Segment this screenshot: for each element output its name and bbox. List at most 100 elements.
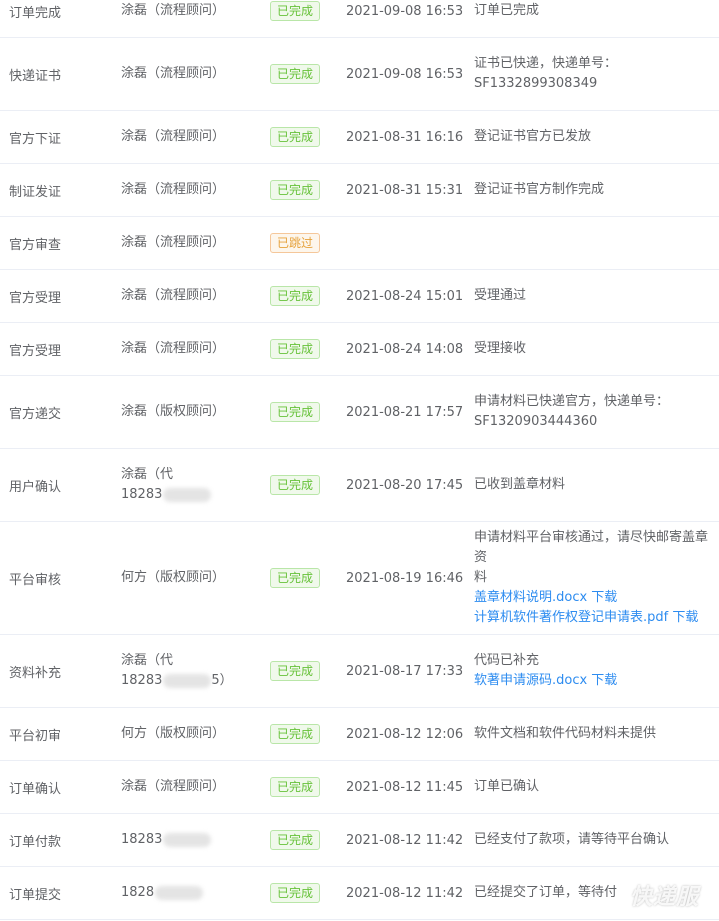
remark: 已收到盖章材料 [474, 475, 565, 495]
status-badge: 已完成 [270, 475, 321, 495]
table-row: 平台初审 何方（版权顾问） 已完成 2021-08-12 12:06 软件文档和软件代码… [0, 708, 719, 761]
redacted-phone [163, 487, 212, 502]
table-row: 订单确认 涂磊（流程顾问） 已完成 2021-08-12 11:45 订单已确认 [0, 761, 719, 814]
status-badge: 已完成 [270, 568, 321, 588]
remark-line: 订单已完成 [474, 3, 540, 18]
table-row: 官方下证 涂磊（流程顾问） 已完成 2021-08-31 16:16 登记证书官方已发放 [0, 111, 719, 164]
operator: 涂磊（流程顾问） [121, 129, 226, 144]
stage-name: 官方下证 [9, 131, 62, 147]
timestamp: 2021-08-21 17:57 [346, 404, 464, 420]
operator: 涂磊（代 18283 5） [121, 653, 233, 688]
remark: 申请材料已快递官方，快递单号： SF1320903444360 [474, 392, 669, 432]
stage-name: 制证发证 [9, 184, 62, 200]
remark: 订单已确认 [474, 777, 539, 797]
table-row: 用户确认 涂磊（代 18283 已完成 2021-08-20 17:45 已收到盖章材料 [0, 449, 719, 522]
remark-line: 申请材料平台审核通过，请尽快邮寄盖章资 [474, 530, 709, 565]
remark-line: 登记证书官方制作完成 [474, 182, 605, 197]
remark-line: 订单已确认 [474, 779, 540, 794]
download-link[interactable]: 软著申请源码.docx 下载 [474, 671, 617, 691]
remark-line: 已经支付了款项，请等待平台确认 [474, 832, 670, 847]
status-badge: 已完成 [270, 286, 321, 306]
stage-name: 订单确认 [9, 781, 62, 797]
remark-line: 软件文档和软件代码材料未提供 [474, 726, 657, 741]
table-row: 平台审核 何方（版权顾问） 已完成 2021-08-19 16:46 申请材料平台审核通… [0, 522, 719, 635]
watermark: 快递服 [629, 885, 699, 910]
status-badge: 已完成 [270, 724, 321, 744]
remark: 登记证书官方已发放 [474, 127, 591, 147]
remark: 受理接收 [474, 339, 526, 359]
operator: 涂磊（版权顾问） [121, 404, 226, 419]
remark: 受理通过 [474, 286, 526, 306]
remark: 证书已快递，快递单号： SF1332899308349 [474, 54, 617, 94]
remark-line: 登记证书官方已发放 [474, 129, 592, 144]
table-row: 订单提交 1828 已完成 2021-08-12 11:42 已经提交了订单，等待付 [0, 867, 719, 920]
status-badge: 已完成 [270, 64, 321, 84]
remark-line: 已经提交了订单，等待付 [474, 885, 618, 900]
stage-name: 官方受理 [9, 343, 62, 359]
status-badge: 已完成 [270, 127, 321, 147]
table-row: 资料补充 涂磊（代 18283 5） 已完成 2021-08-17 17:33 代码已补充软… [0, 635, 719, 708]
remark-line: 料 [474, 570, 488, 585]
operator: 涂磊（流程顾问） [121, 341, 226, 356]
stage-name: 资料补充 [9, 665, 62, 681]
operator: 涂磊（流程顾问） [121, 3, 226, 18]
table-row: 订单付款 18283 已完成 2021-08-12 11:42 已经支付了款项，请等待平… [0, 814, 719, 867]
status-badge: 已完成 [270, 777, 321, 797]
timestamp: 2021-08-19 16:46 [346, 570, 464, 586]
timestamp: 2021-08-31 16:16 [346, 129, 464, 145]
table-row: 官方审查 涂磊（流程顾问） 已跳过 [0, 217, 719, 270]
stage-name: 官方受理 [9, 290, 62, 306]
operator: 18283 [121, 830, 212, 850]
remark-line: 证书已快递，快递单号： [474, 56, 618, 71]
timestamp: 2021-08-20 17:45 [346, 477, 464, 493]
remark-line: SF1332899308349 [474, 76, 598, 91]
remark-line: 受理接收 [474, 341, 527, 356]
status-badge: 已完成 [270, 883, 321, 903]
stage-name: 订单付款 [9, 834, 62, 850]
stage-name: 官方审查 [9, 237, 62, 253]
stage-name: 订单完成 [9, 5, 62, 21]
operator: 何方（版权顾问） [121, 570, 226, 585]
status-badge: 已跳过 [270, 233, 321, 253]
remark-line: 申请材料已快递官方，快递单号： [474, 394, 670, 409]
stage-name: 官方递交 [9, 406, 62, 422]
download-link[interactable]: 盖章材料说明.docx 下载 [474, 588, 714, 608]
operator: 涂磊（代 18283 [121, 465, 212, 505]
redacted-phone [163, 673, 212, 688]
operator: 涂磊（流程顾问） [121, 779, 226, 794]
stage-name: 用户确认 [9, 479, 62, 495]
table-row: 制证发证 涂磊（流程顾问） 已完成 2021-08-31 15:31 登记证书官方制作完… [0, 164, 719, 217]
remark: 申请材料平台审核通过，请尽快邮寄盖章资料盖章材料说明.docx 下载 计算机软件著… [474, 528, 714, 628]
operator: 涂磊（流程顾问） [121, 288, 226, 303]
operator: 涂磊（流程顾问） [121, 235, 226, 250]
stage-name: 订单提交 [9, 887, 62, 903]
status-badge: 已完成 [270, 1, 321, 21]
table-row: 快递证书 涂磊（流程顾问） 已完成 2021-09-08 16:53 证书已快递，快递单… [0, 38, 719, 111]
remark: 已经支付了款项，请等待平台确认 [474, 830, 669, 850]
timestamp: 2021-08-24 14:08 [346, 341, 464, 357]
remark-line: 已收到盖章材料 [474, 477, 566, 492]
remark-line: 代码已补充 [474, 653, 540, 668]
stage-name: 平台初审 [9, 728, 62, 744]
table-row: 官方递交 涂磊（版权顾问） 已完成 2021-08-21 17:57 申请材料已快递官方… [0, 376, 719, 449]
status-badge: 已完成 [270, 180, 321, 200]
timestamp: 2021-08-12 11:42 [346, 832, 464, 848]
timestamp: 2021-08-24 15:01 [346, 288, 464, 304]
table-row: 官方受理 涂磊（流程顾问） 已完成 2021-08-24 14:08 受理接收 [0, 323, 719, 376]
table-row: 订单完成 涂磊（流程顾问） 已完成 2021-09-08 16:53 订单已完成 [0, 0, 719, 38]
stage-name: 快递证书 [9, 68, 62, 84]
status-badge: 已完成 [270, 661, 321, 681]
remark-line: SF1320903444360 [474, 414, 598, 429]
remark: 代码已补充软著申请源码.docx 下载 [474, 651, 617, 691]
timestamp: 2021-08-12 12:06 [346, 726, 464, 742]
timestamp: 2021-08-31 15:31 [346, 182, 464, 198]
timestamp: 2021-08-17 17:33 [346, 663, 464, 679]
remark: 登记证书官方制作完成 [474, 180, 604, 200]
status-badge: 已完成 [270, 402, 321, 422]
redacted-phone [155, 885, 204, 900]
download-link[interactable]: 计算机软件著作权登记申请表.pdf 下载 [474, 608, 714, 628]
timestamp: 2021-08-12 11:42 [346, 885, 464, 901]
remark: 已经提交了订单，等待付 [474, 883, 617, 903]
remark: 软件文档和软件代码材料未提供 [474, 724, 656, 744]
timestamp: 2021-09-08 16:53 [346, 66, 464, 82]
